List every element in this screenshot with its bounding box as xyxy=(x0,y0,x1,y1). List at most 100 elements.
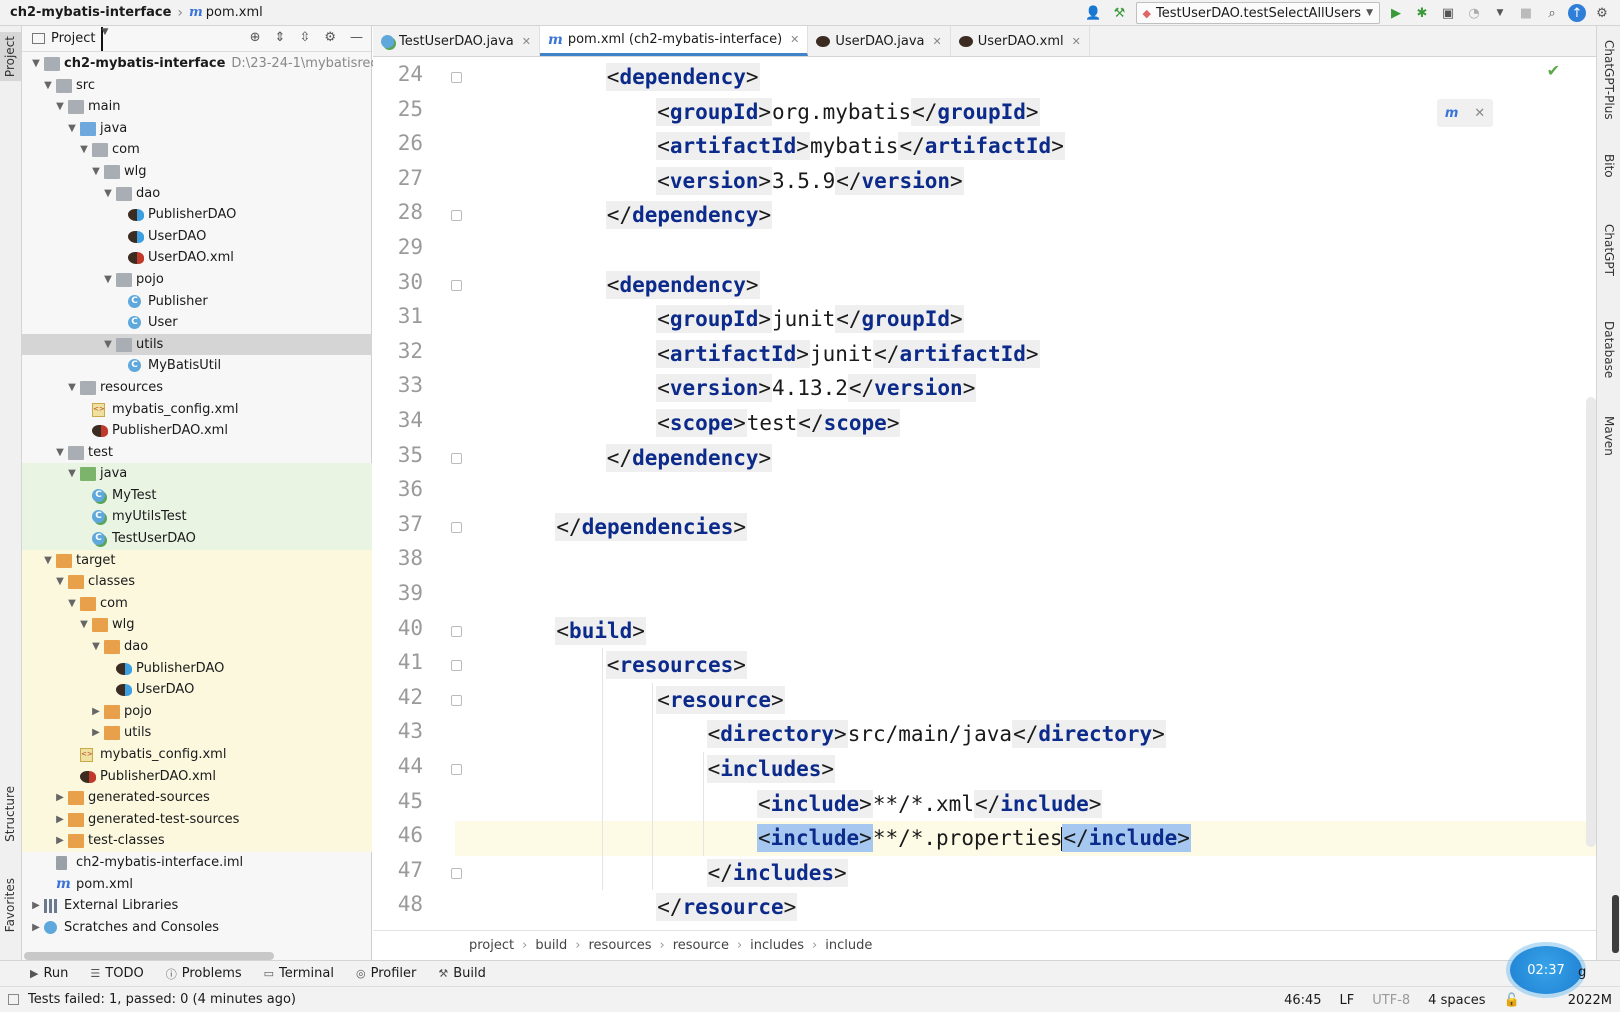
tree-row[interactable]: ▶ test-classes xyxy=(22,830,372,852)
code-line[interactable]: <groupId>org.mybatis</groupId> xyxy=(455,95,1040,130)
tree-row[interactable]: UserDAO xyxy=(22,679,372,701)
chevron-down-icon[interactable]: ▼ xyxy=(66,463,78,485)
hammer-build-icon[interactable]: ⚒ xyxy=(1110,3,1130,23)
nav-file-name[interactable]: pom.xml xyxy=(206,5,263,20)
breadcrumb-item[interactable]: include xyxy=(825,938,872,953)
code-editor[interactable]: 24 25 26 27 28 29 30 31 32 33 34 35 36 37 38 39 40 41 42 43… xyxy=(373,57,1596,930)
tree-row[interactable]: ▶ pojo xyxy=(22,700,372,723)
update-icon[interactable]: ↑ xyxy=(1568,4,1586,22)
chevron-down-icon[interactable]: ▼ xyxy=(101,26,108,51)
tree-row[interactable]: ▼ utils xyxy=(22,333,372,356)
chevron-right-icon[interactable]: ▶ xyxy=(54,830,66,852)
tool-window-problems[interactable]: ⓘ Problems xyxy=(166,966,242,982)
tree-row[interactable]: ▼ test xyxy=(22,442,372,464)
tree-row[interactable]: ▼ main xyxy=(22,96,372,118)
chevron-down-icon[interactable]: ▼ xyxy=(54,96,66,118)
code-line[interactable]: <scope>test</scope> xyxy=(455,406,901,441)
close-tab-icon[interactable]: ✕ xyxy=(1072,35,1081,48)
close-icon[interactable]: ✕ xyxy=(1474,106,1485,121)
tree-row[interactable]: C MyTest xyxy=(22,484,372,507)
code-line[interactable]: <artifactId>junit</artifactId> xyxy=(455,337,1040,372)
tree-row[interactable]: ▶ generated-test-sources xyxy=(22,808,372,831)
collapse-all-icon[interactable]: ⇳ xyxy=(299,30,310,45)
tree-row[interactable]: PublisherDAO.xml xyxy=(22,765,372,788)
code-line[interactable]: <version>4.13.2</version> xyxy=(455,371,977,406)
debug-icon[interactable]: ✱ xyxy=(1412,3,1432,23)
tree-row[interactable]: C User xyxy=(22,312,372,334)
search-icon[interactable]: ⌕ xyxy=(1542,3,1562,23)
breadcrumb-item[interactable]: build xyxy=(535,938,567,953)
stop-icon[interactable]: ■ xyxy=(1516,3,1536,23)
code-line[interactable]: <artifactId>mybatis</artifactId> xyxy=(455,129,1065,164)
code-line[interactable]: <includes> xyxy=(455,752,836,787)
tree-row[interactable]: ▼ wlg xyxy=(22,161,372,183)
code-line[interactable] xyxy=(455,579,505,614)
chevron-right-icon[interactable]: ▶ xyxy=(90,722,102,744)
tool-window-profiler[interactable]: ◎ Profiler xyxy=(356,966,416,981)
tree-row[interactable]: PublisherDAO.xml xyxy=(22,420,372,442)
breadcrumb-item[interactable]: resource xyxy=(673,938,729,953)
tree-row[interactable]: m pom.xml xyxy=(22,874,372,896)
tree-row[interactable]: ▶ Scratches and Consoles xyxy=(22,917,372,939)
structure-tool-tab[interactable]: Structure xyxy=(3,786,17,842)
tree-row[interactable]: ▼ dao xyxy=(22,183,372,205)
tree-row[interactable]: ▼ dao xyxy=(22,636,372,658)
tree-row[interactable]: PublisherDAO xyxy=(22,657,372,680)
tree-row[interactable]: ▼ target xyxy=(22,549,372,572)
chatgpt-tool-tab[interactable]: ChatGPT xyxy=(1602,224,1616,276)
chevron-down-icon[interactable]: ▼ xyxy=(66,118,78,140)
chevron-down-icon[interactable]: ▼ xyxy=(78,614,90,636)
event-log-label[interactable]: g xyxy=(1578,965,1586,980)
editor-tab[interactable]: UserDAO.java ✕ xyxy=(808,26,951,56)
chevron-down-icon[interactable]: ▼ xyxy=(66,377,78,399)
tree-row[interactable]: <> mybatis_config.xml xyxy=(22,744,372,766)
chevron-down-icon[interactable]: ▼ xyxy=(42,550,54,572)
code-line[interactable]: <groupId>junit</groupId> xyxy=(455,302,964,337)
code-line[interactable] xyxy=(455,233,505,268)
lock-icon[interactable]: 🔓 xyxy=(1504,993,1520,1008)
code-line[interactable]: <version>3.5.9</version> xyxy=(455,164,964,199)
tree-row[interactable]: C TestUserDAO xyxy=(22,528,372,550)
nav-project-name[interactable]: ch2-mybatis-interface xyxy=(10,5,171,20)
line-separator[interactable]: LF xyxy=(1340,993,1355,1008)
code-line[interactable]: </dependencies> xyxy=(455,510,748,545)
tree-row[interactable]: ▼ java xyxy=(22,463,372,485)
chatgpt-plus-tool-tab[interactable]: ChatGPT-Plus xyxy=(1602,40,1616,120)
chevron-down-icon[interactable]: ▼ xyxy=(90,636,102,658)
maven-reload-icon[interactable]: m xyxy=(1445,106,1459,121)
chevron-down-icon[interactable]: ▼ xyxy=(102,269,114,291)
maven-tool-tab[interactable]: Maven xyxy=(1602,416,1616,456)
chevron-down-icon[interactable]: ▼ xyxy=(102,183,114,205)
tool-window-terminal[interactable]: ▭ Terminal xyxy=(264,966,334,981)
maven-reload-badge[interactable]: m ✕ xyxy=(1437,99,1493,127)
profile-icon[interactable]: ◔ xyxy=(1464,3,1484,23)
code-line[interactable]: </resource> xyxy=(455,890,798,925)
code-line[interactable]: <dependency> xyxy=(455,268,760,303)
editor-tab[interactable]: m pom.xml (ch2-mybatis-interface) ✕ xyxy=(539,26,809,56)
chevron-down-icon[interactable]: ▼ xyxy=(54,571,66,593)
tree-row[interactable]: ▼ ch2-mybatis-interface D:\23-24-1\mybatis… xyxy=(22,53,399,75)
more-run-icon[interactable]: ▼ xyxy=(1490,3,1510,23)
chevron-down-icon[interactable]: ▼ xyxy=(90,161,102,183)
hide-panel-icon[interactable]: — xyxy=(350,30,363,45)
database-tool-tab[interactable]: Database xyxy=(1602,321,1616,378)
project-horizontal-scrollbar[interactable] xyxy=(24,952,274,960)
tree-row[interactable]: ▶ External Libraries xyxy=(22,895,372,917)
chevron-right-icon[interactable]: ▶ xyxy=(54,787,66,809)
chevron-down-icon[interactable]: ▼ xyxy=(54,442,66,464)
indent-setting[interactable]: 4 spaces xyxy=(1428,993,1485,1008)
project-tool-tab[interactable]: Project xyxy=(0,32,21,82)
status-message[interactable]: Tests failed: 1, passed: 0 (4 minutes ag… xyxy=(28,992,296,1007)
run-configuration-select[interactable]: ◆ TestUserDAO.testSelectAllUsers ▼ xyxy=(1135,2,1380,24)
code-line[interactable] xyxy=(455,544,505,579)
tree-row[interactable]: UserDAO.xml xyxy=(22,247,372,269)
project-panel-title[interactable]: Project xyxy=(51,31,95,46)
tree-row[interactable]: ▼ classes xyxy=(22,571,372,593)
chevron-right-icon[interactable]: ▶ xyxy=(54,809,66,831)
chevron-down-icon[interactable]: ▼ xyxy=(78,139,90,161)
tree-row[interactable]: ch2-mybatis-interface.iml xyxy=(22,852,372,874)
expand-all-icon[interactable]: ⇕ xyxy=(275,30,286,45)
settings-icon[interactable]: ⚙ xyxy=(1592,3,1612,23)
code-line[interactable] xyxy=(455,475,505,510)
locate-file-icon[interactable]: ⊕ xyxy=(250,30,261,45)
